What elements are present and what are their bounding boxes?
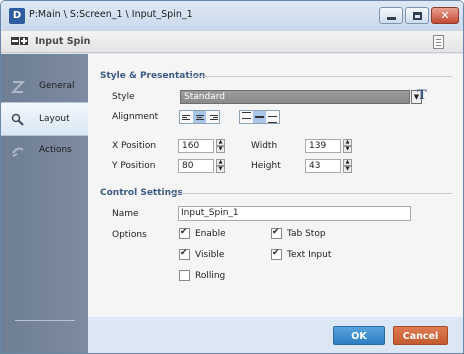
section-divider — [170, 193, 452, 194]
cancel-button[interactable]: Cancel — [393, 326, 448, 345]
height-input[interactable]: 43 — [305, 159, 341, 173]
horizontal-align-group — [179, 110, 220, 124]
tab-stop-label: Tab Stop — [287, 229, 326, 239]
visible-checkbox[interactable] — [179, 248, 190, 260]
spin-down-icon[interactable]: ▼ — [343, 146, 352, 153]
align-bottom-icon[interactable] — [266, 111, 279, 123]
align-right-icon[interactable] — [206, 111, 219, 123]
layout-icon — [11, 113, 24, 126]
x-position-label: X Position — [112, 141, 157, 151]
minimize-icon — [386, 17, 396, 20]
align-middle-icon[interactable] — [253, 111, 266, 123]
text-input-checkbox[interactable] — [271, 248, 282, 260]
dialog-footer: OK Cancel — [88, 317, 463, 353]
actions-icon — [12, 147, 24, 157]
ok-button[interactable]: OK — [333, 326, 385, 345]
spin-up-icon[interactable]: ▲ — [343, 139, 352, 146]
style-label: Style — [112, 92, 135, 102]
sidebar-item-label: General — [39, 81, 75, 91]
tab-stop-checkbox[interactable] — [271, 227, 282, 239]
width-input[interactable]: 139 — [305, 139, 341, 153]
align-top-icon[interactable] — [240, 111, 253, 123]
close-button[interactable]: ✕ — [431, 7, 459, 24]
name-input[interactable]: Input_Spin_1 — [178, 206, 411, 221]
y-position-label: Y Position — [112, 161, 156, 171]
y-position-spinner[interactable]: ▲ ▼ — [216, 159, 225, 173]
alignment-label: Alignment — [112, 112, 159, 122]
x-position-input[interactable]: 160 — [178, 139, 214, 153]
dialog-window: D P:Main \ S:Screen_1 \ Input_Spin_1 ✕ I… — [0, 0, 464, 354]
height-spinner[interactable]: ▲ ▼ — [343, 159, 352, 173]
font-style-icon[interactable]: T — [417, 88, 431, 104]
control-type-title: Input Spin — [35, 36, 91, 47]
layout-panel: Style & Presentation Style Standard ▼ T … — [88, 54, 463, 317]
visible-label: Visible — [195, 250, 225, 260]
text-input-label: Text Input — [287, 250, 332, 260]
title-bar: D P:Main \ S:Screen_1 \ Input_Spin_1 ✕ — [1, 1, 463, 31]
spin-down-icon[interactable]: ▼ — [216, 166, 225, 173]
align-center-icon[interactable] — [193, 111, 206, 123]
general-icon — [11, 81, 25, 93]
expand-icon[interactable] — [20, 37, 28, 45]
sidebar-item-actions[interactable]: Actions — [1, 134, 88, 168]
sidebar-item-general[interactable]: General — [1, 70, 88, 104]
app-icon: D — [9, 8, 25, 24]
width-label: Width — [251, 141, 278, 151]
width-spinner[interactable]: ▲ ▼ — [343, 139, 352, 153]
spin-down-icon[interactable]: ▼ — [216, 146, 225, 153]
maximize-button[interactable] — [405, 7, 429, 24]
collapse-icon[interactable] — [11, 37, 19, 45]
sidebar-item-layout[interactable]: Layout — [1, 102, 88, 136]
sidebar-item-label: Actions — [39, 145, 72, 155]
style-select[interactable]: Standard — [180, 90, 410, 104]
height-label: Height — [251, 161, 281, 171]
enable-label: Enable — [195, 229, 226, 239]
spin-down-icon[interactable]: ▼ — [343, 166, 352, 173]
close-icon: ✕ — [440, 9, 450, 22]
minimize-button[interactable] — [379, 7, 403, 24]
name-label: Name — [112, 209, 139, 219]
x-position-spinner[interactable]: ▲ ▼ — [216, 139, 225, 153]
y-position-input[interactable]: 80 — [178, 159, 214, 173]
sidebar-item-label: Layout — [39, 114, 70, 124]
align-left-icon[interactable] — [180, 111, 193, 123]
rolling-label: Rolling — [195, 271, 226, 281]
spin-up-icon[interactable]: ▲ — [216, 159, 225, 166]
sidebar-divider — [15, 320, 75, 321]
dialog-header: Input Spin — [1, 31, 463, 53]
spin-up-icon[interactable]: ▲ — [216, 139, 225, 146]
window-title: P:Main \ S:Screen_1 \ Input_Spin_1 — [29, 9, 193, 20]
section-divider — [190, 76, 452, 77]
vertical-align-group — [239, 110, 280, 124]
notes-icon[interactable] — [433, 35, 444, 49]
sidebar: General Layout Actions — [1, 54, 88, 353]
enable-checkbox[interactable] — [179, 227, 190, 239]
maximize-icon — [412, 11, 422, 20]
rolling-checkbox[interactable] — [179, 270, 190, 281]
options-label: Options — [112, 230, 147, 240]
spin-up-icon[interactable]: ▲ — [343, 159, 352, 166]
